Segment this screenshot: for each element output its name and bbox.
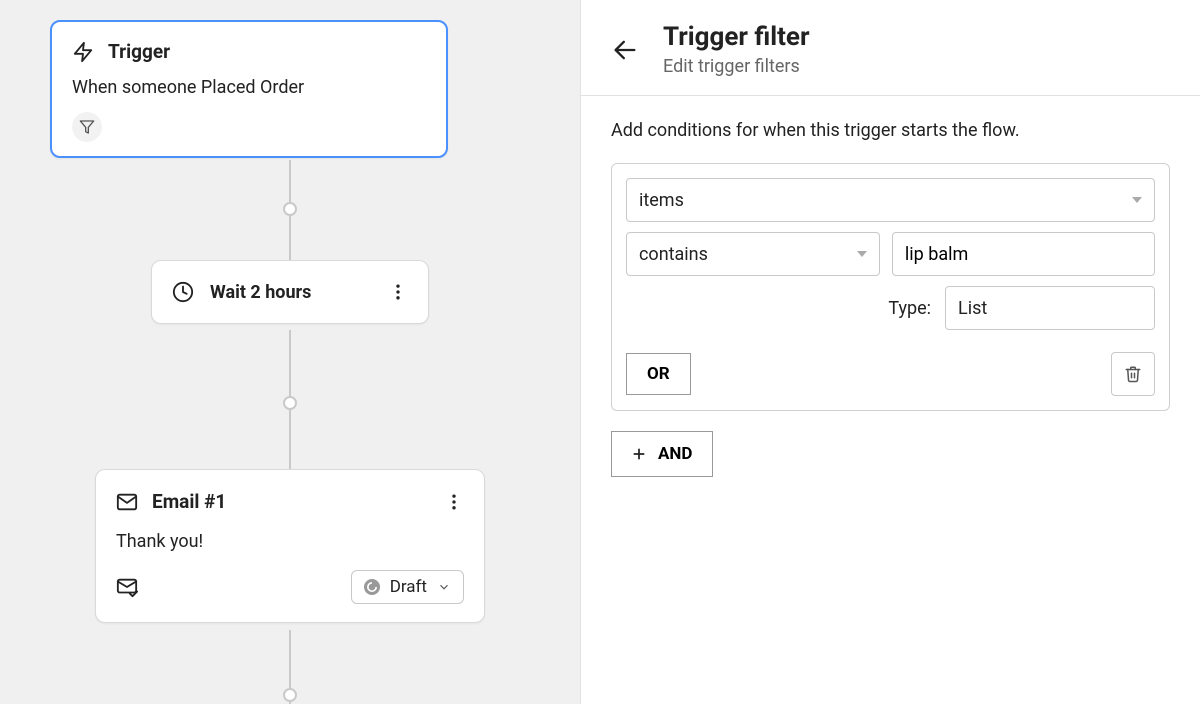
flow-connector-dot bbox=[283, 688, 297, 702]
dropdown-icon bbox=[857, 251, 867, 257]
value-input[interactable] bbox=[892, 232, 1155, 276]
wait-label: Wait 2 hours bbox=[210, 282, 372, 303]
trigger-title: Trigger bbox=[108, 40, 170, 63]
field-select-value: items bbox=[639, 190, 684, 211]
panel-subtitle: Edit trigger filters bbox=[663, 56, 809, 77]
flow-connector-dot bbox=[283, 396, 297, 410]
status-label: Draft bbox=[390, 577, 427, 597]
plus-icon bbox=[632, 447, 646, 461]
wait-node-menu[interactable] bbox=[388, 282, 408, 302]
arrow-left-icon bbox=[611, 36, 639, 64]
panel-title: Trigger filter bbox=[663, 22, 809, 52]
wait-node[interactable]: Wait 2 hours bbox=[151, 260, 429, 324]
flow-canvas: Trigger When someone Placed Order Wait 2… bbox=[0, 0, 580, 704]
dropdown-icon bbox=[1132, 197, 1142, 203]
trigger-filter-panel: Trigger filter Edit trigger filters Add … bbox=[580, 0, 1200, 704]
email-node-menu[interactable] bbox=[444, 492, 464, 512]
back-button[interactable] bbox=[611, 36, 639, 64]
filter-icon bbox=[79, 119, 95, 135]
draft-status-icon bbox=[364, 579, 380, 595]
trash-icon bbox=[1124, 365, 1142, 383]
clock-icon bbox=[172, 281, 194, 303]
mail-icon bbox=[116, 491, 138, 513]
email-node[interactable]: Email #1 Thank you! Draft bbox=[95, 469, 485, 623]
trigger-description: When someone Placed Order bbox=[72, 77, 426, 98]
condition-group: items contains Type: List OR bbox=[611, 163, 1170, 411]
and-button-label: AND bbox=[658, 444, 692, 464]
chevron-down-icon bbox=[437, 580, 451, 594]
field-select[interactable]: items bbox=[626, 178, 1155, 222]
type-select[interactable]: List bbox=[945, 286, 1155, 330]
type-label: Type: bbox=[888, 298, 931, 319]
dots-vertical-icon bbox=[444, 492, 464, 512]
delete-condition-button[interactable] bbox=[1111, 352, 1155, 396]
operator-select-value: contains bbox=[639, 244, 708, 265]
mail-check-icon bbox=[116, 576, 138, 598]
lightning-icon bbox=[72, 41, 94, 63]
filter-badge[interactable] bbox=[72, 112, 102, 142]
operator-select[interactable]: contains bbox=[626, 232, 880, 276]
trigger-node[interactable]: Trigger When someone Placed Order bbox=[50, 20, 448, 158]
email-subject: Thank you! bbox=[116, 531, 464, 552]
and-button[interactable]: AND bbox=[611, 431, 713, 477]
or-button[interactable]: OR bbox=[626, 353, 691, 395]
email-title: Email #1 bbox=[152, 490, 430, 513]
flow-connector-dot bbox=[283, 202, 297, 216]
panel-instruction: Add conditions for when this trigger sta… bbox=[611, 120, 1170, 141]
type-select-value: List bbox=[958, 298, 987, 319]
status-dropdown[interactable]: Draft bbox=[351, 570, 464, 604]
dots-vertical-icon bbox=[388, 282, 408, 302]
